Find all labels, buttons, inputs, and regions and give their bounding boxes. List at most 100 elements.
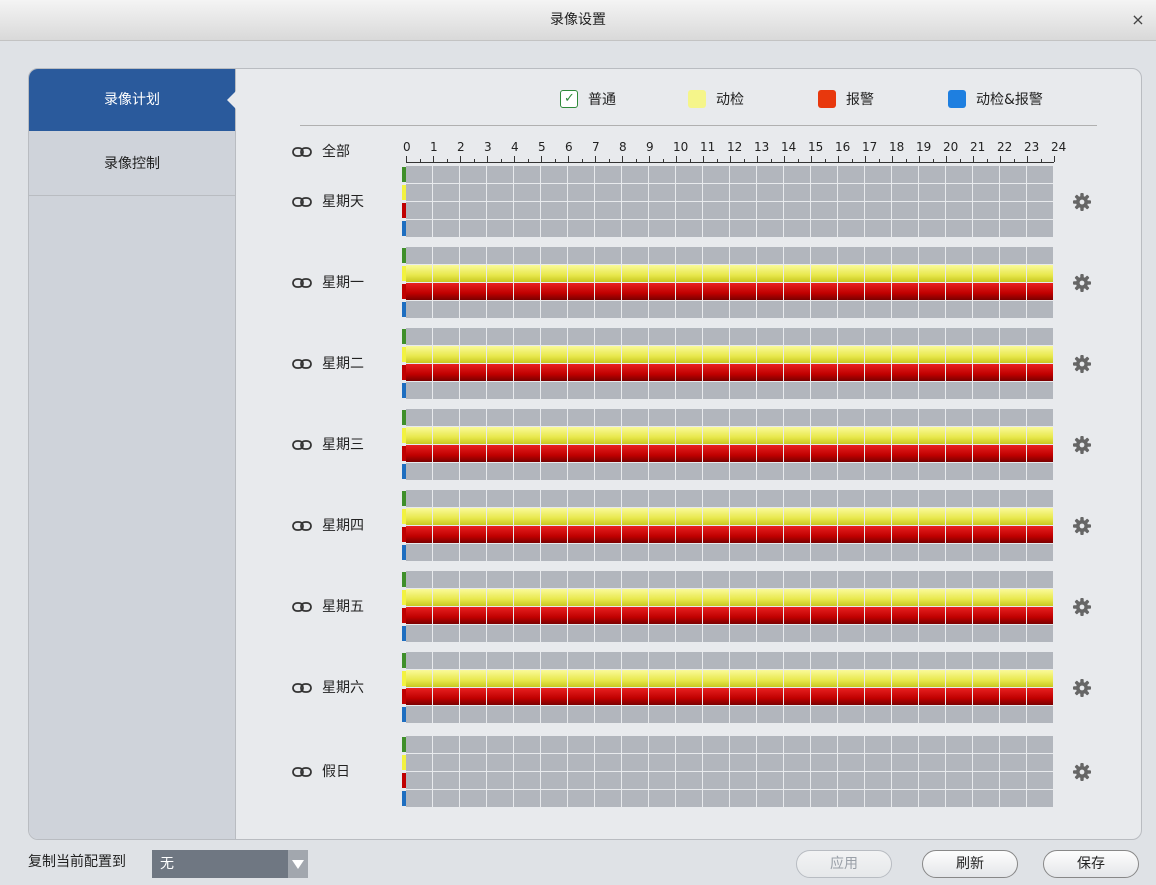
schedule-grid[interactable] [406,166,1054,238]
row-label-day[interactable]: 星期五 [292,595,392,619]
ruler-tick [473,159,475,162]
copy-target-select[interactable]: 无 [152,850,308,878]
row-label-all[interactable]: 全部 [292,140,392,164]
gear-icon[interactable] [1072,273,1092,293]
hour-tick-label: 2 [457,140,465,154]
sidebar-item-record-plan[interactable]: 录像计划 [29,69,236,131]
link-icon[interactable] [292,680,312,696]
hour-tick-label: 17 [862,140,878,154]
row-label-day[interactable]: 星期二 [292,352,392,376]
link-icon[interactable] [292,437,312,453]
ruler-tick [460,156,461,162]
schedule-grid[interactable] [406,652,1054,724]
schedule-grid[interactable] [406,736,1054,808]
hour-tick-label: 11 [700,140,716,154]
hour-tick-label: 16 [835,140,851,154]
ruler-tick [838,156,839,162]
gear-icon[interactable] [1072,762,1092,782]
ruler-tick [1013,159,1015,162]
ruler-tick [716,159,718,162]
all-label: 全部 [322,144,350,160]
ruler-tick [554,159,556,162]
row-label-day[interactable]: 星期四 [292,514,392,538]
ruler-tick [919,156,920,162]
schedule-grid[interactable] [406,490,1054,562]
gear-icon[interactable] [1072,597,1092,617]
legend-label-motion: 动检 [716,92,744,108]
legend-normal[interactable]: ✓ 普通 [560,88,640,112]
link-icon[interactable] [292,356,312,372]
copy-target-value: 无 [160,856,174,872]
grid-lines [406,571,1054,643]
ruler-tick [824,159,826,162]
hour-tick-label: 20 [943,140,959,154]
hour-tick-label: 15 [808,140,824,154]
chevron-down-icon[interactable] [288,850,308,878]
ruler-tick [797,159,799,162]
check-icon: ✓ [564,91,575,106]
ruler-tick [446,159,448,162]
ruler-tick [527,159,529,162]
normal-checkbox[interactable]: ✓ [560,90,578,108]
ruler-tick [541,156,542,162]
link-icon[interactable] [292,764,312,780]
hour-tick-label: 13 [754,140,770,154]
link-icon[interactable] [292,599,312,615]
schedule-grid[interactable] [406,247,1054,319]
gear-icon[interactable] [1072,678,1092,698]
ruler-tick [433,156,434,162]
day-label: 星期二 [322,356,364,372]
ruler-tick [905,159,907,162]
row-label-day[interactable]: 星期六 [292,676,392,700]
hour-tick-label: 22 [997,140,1013,154]
ruler-tick [662,159,664,162]
schedule-grid[interactable] [406,328,1054,400]
day-label: 星期四 [322,518,364,534]
ruler-tick [581,159,583,162]
schedule-grid[interactable] [406,409,1054,481]
row-label-day[interactable]: 星期天 [292,190,392,214]
hour-tick-label: 21 [970,140,986,154]
hour-tick-label: 4 [511,140,519,154]
alarm-swatch [818,90,836,108]
hour-tick-label: 19 [916,140,932,154]
close-icon[interactable]: × [1128,10,1148,30]
ruler-tick [1027,156,1028,162]
ruler-tick [973,156,974,162]
ruler-tick [487,156,488,162]
save-button[interactable]: 保存 [1043,850,1139,878]
row-label-day[interactable]: 星期一 [292,271,392,295]
sidebar-item-record-control[interactable]: 录像控制 [29,133,235,195]
row-label-day[interactable]: 假日 [292,760,392,784]
ruler-tick [946,156,947,162]
refresh-button[interactable]: 刷新 [922,850,1018,878]
ruler-tick [595,156,596,162]
motion-alarm-swatch [948,90,966,108]
ruler-tick [811,156,812,162]
schedule-grid[interactable] [406,571,1054,643]
hour-tick-label: 23 [1024,140,1040,154]
link-icon[interactable] [292,194,312,210]
ruler-tick [770,159,772,162]
title-bar: 录像设置 × [0,0,1156,41]
motion-swatch [688,90,706,108]
legend-alarm[interactable]: 报警 [818,88,898,112]
gear-icon[interactable] [1072,516,1092,536]
ruler-tick [743,159,745,162]
link-icon[interactable] [292,275,312,291]
ruler-tick [730,156,731,162]
legend-motion[interactable]: 动检 [688,88,768,112]
apply-button[interactable]: 应用 [796,850,892,878]
gear-icon[interactable] [1072,192,1092,212]
gear-icon[interactable] [1072,354,1092,374]
row-label-day[interactable]: 星期三 [292,433,392,457]
gear-icon[interactable] [1072,435,1092,455]
hour-tick-label: 1 [430,140,438,154]
ruler-tick [784,156,785,162]
grid-lines [406,652,1054,724]
legend-motion-alarm[interactable]: 动检&报警 [948,88,1078,112]
link-icon[interactable] [292,144,312,160]
ruler-tick [649,156,650,162]
link-icon[interactable] [292,518,312,534]
hour-tick-label: 9 [646,140,654,154]
